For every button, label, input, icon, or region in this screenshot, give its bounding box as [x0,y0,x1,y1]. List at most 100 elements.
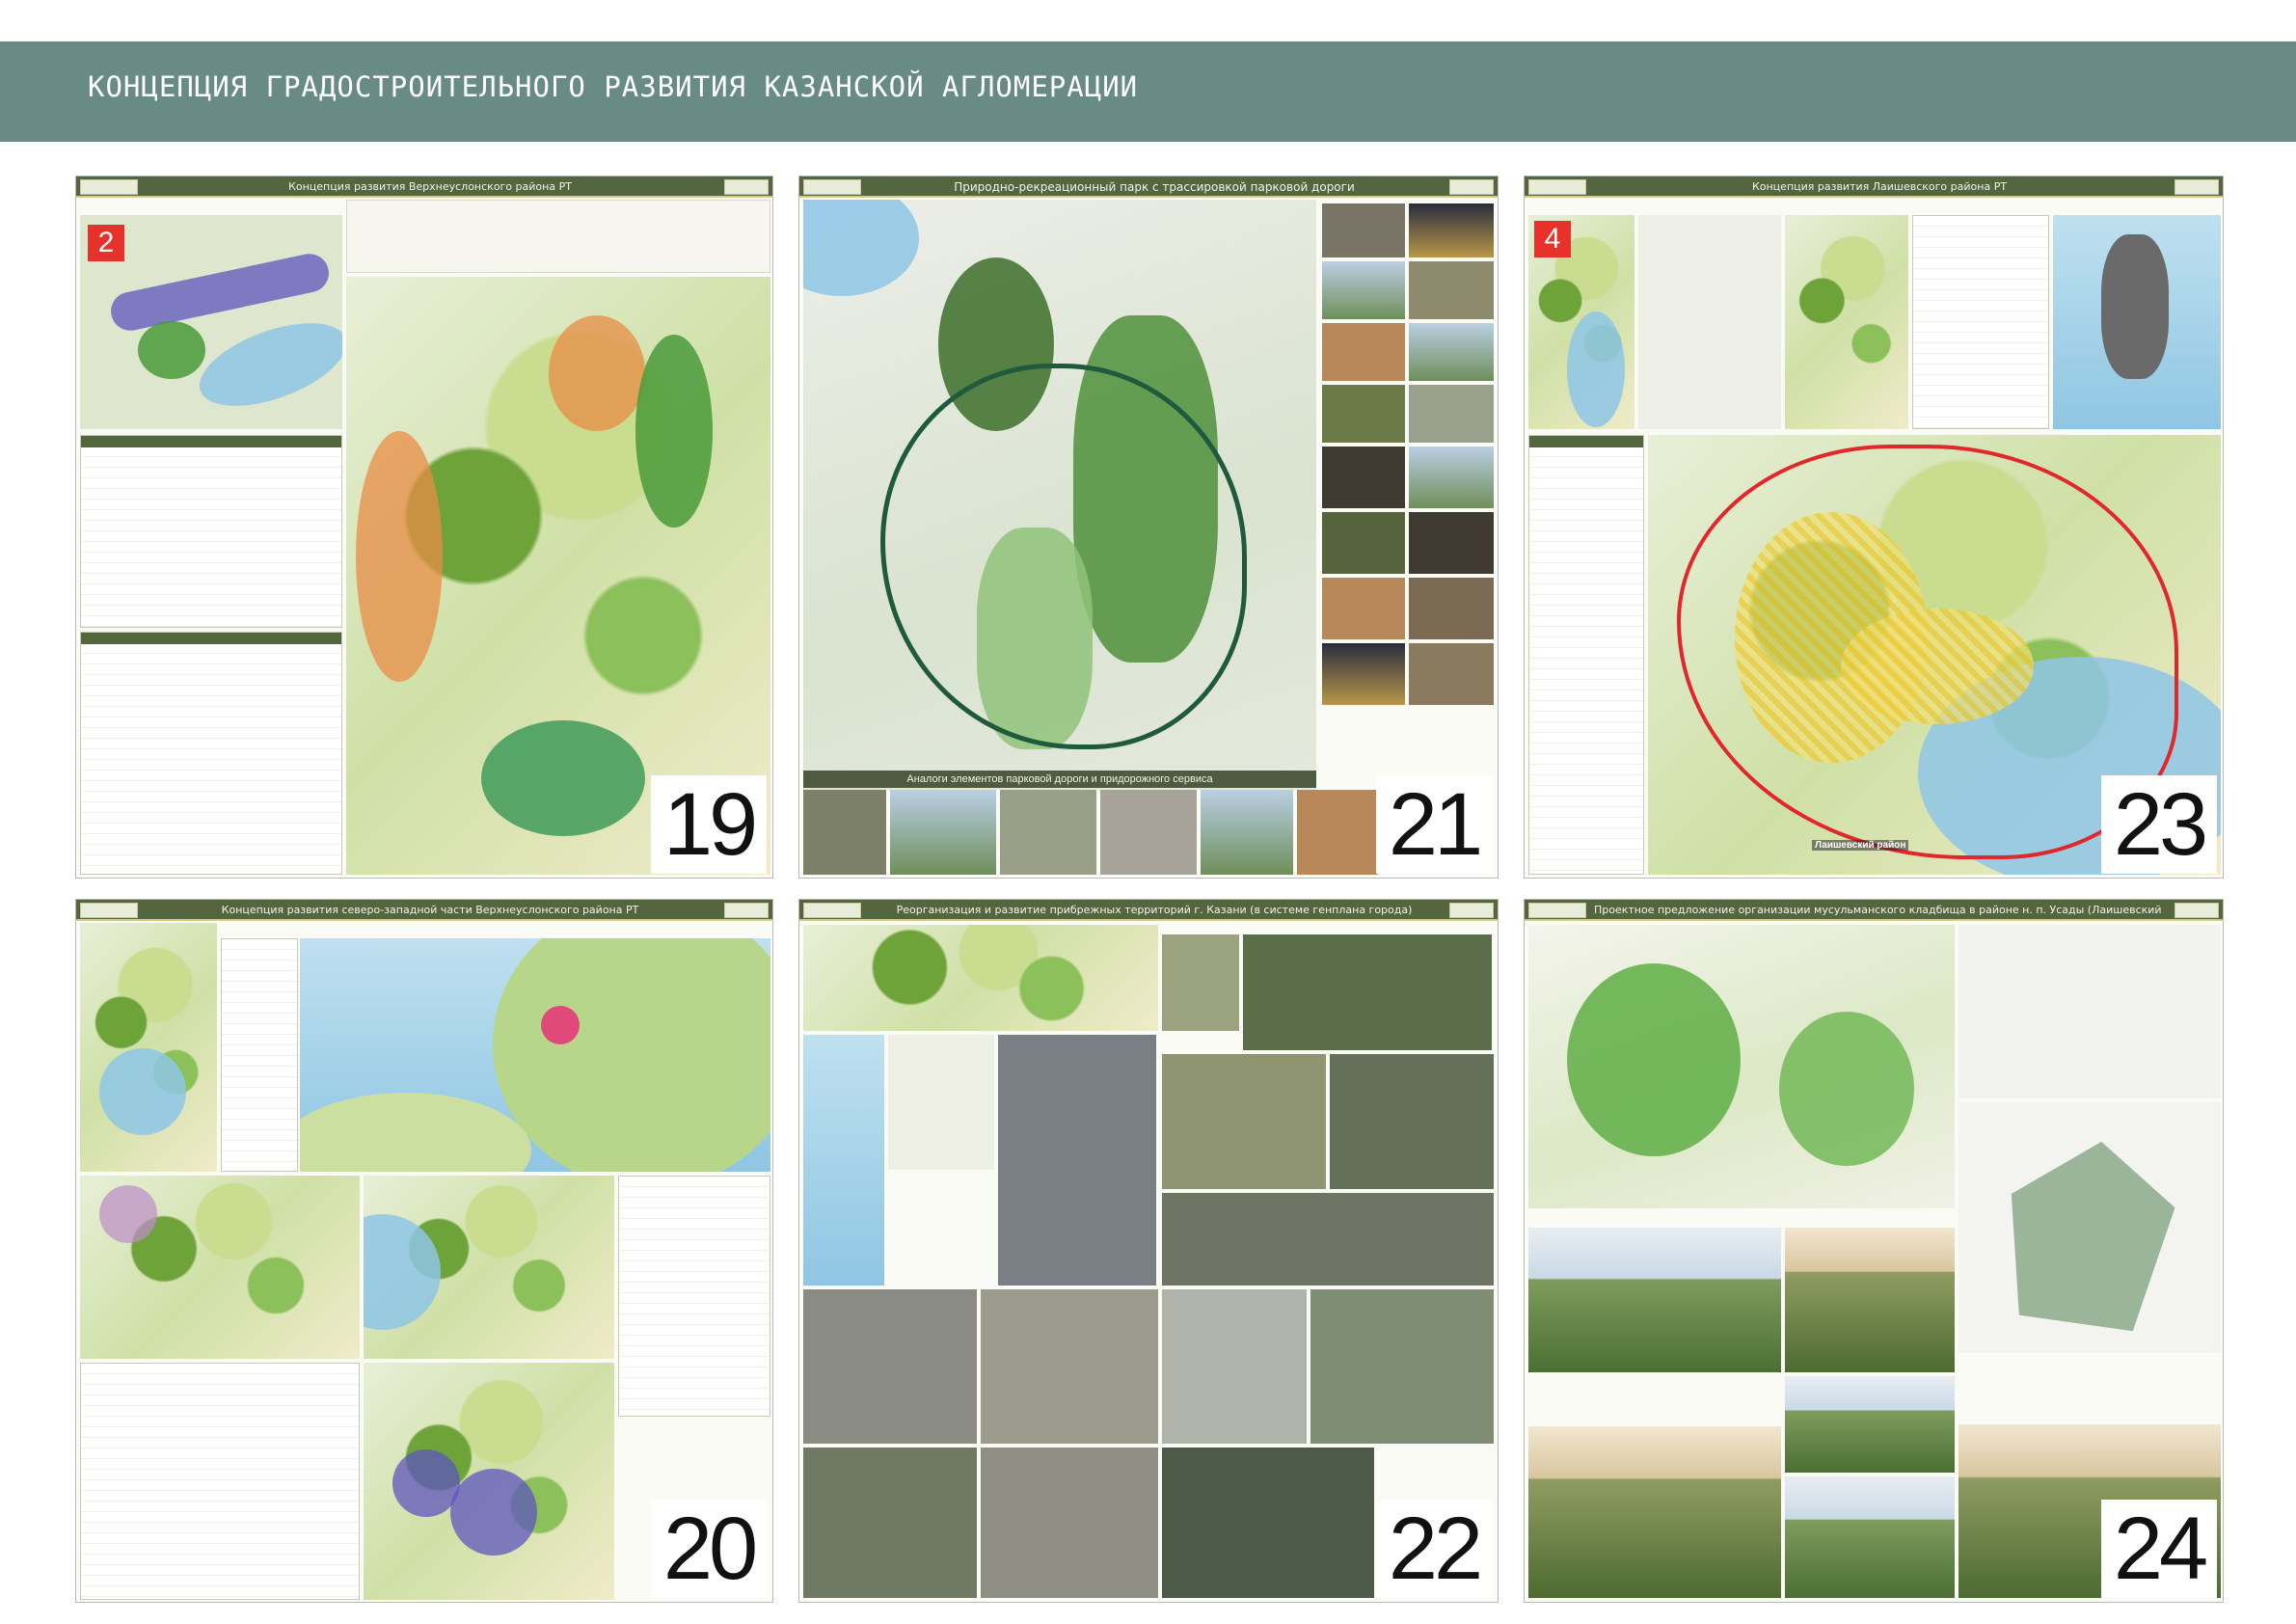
regional-scheme [2053,215,2221,429]
river [364,1214,441,1330]
forest-area [635,335,713,528]
sheet-title: Концепция развития Лаишевского района РТ [1751,180,2008,193]
sheet-title-bar: Концепция развития Верхнеуслонского райо… [76,176,772,198]
site-plan [998,1035,1156,1286]
explanatory-text [346,200,770,273]
sheet-21[interactable]: Природно-рекреационный парк с трассировк… [798,176,1499,879]
river-scheme [803,1035,884,1286]
analog-photo [1409,203,1494,257]
district-zoning-map [1785,215,1908,429]
partner-logo [1449,179,1494,195]
sheet-number: 23 [2101,775,2217,874]
site-location-map [1958,925,2221,1098]
partner-logo [724,903,769,918]
sheet-badge: 4 [1534,221,1571,257]
cemetery-site [1995,1130,2183,1335]
forest-area [2101,234,2169,379]
sheet-title-bar: Концепция развития северо-западной части… [76,900,772,921]
legend-header [81,436,341,447]
sheet-24[interactable]: Проектное предложение организации мусуль… [1524,899,2224,1603]
analog-photo [1409,385,1494,443]
site-plan [1162,1193,1494,1286]
partner-logo [1449,903,1494,918]
site-plan [1162,1289,1307,1444]
sheet-23[interactable]: Концепция развития Лаишевского района РТ… [1524,176,2224,879]
institute-logo [803,903,861,918]
sheet-title-bar: Природно-рекреационный парк с трассировк… [799,176,1498,198]
sheet-title-bar: Концепция развития Лаишевского района РТ [1525,176,2223,198]
legend-header [1529,436,1643,447]
sheet-title: Концепция развития Верхнеуслонского райо… [288,180,572,193]
forest-area [481,720,645,836]
district-location-map [1528,925,1955,1208]
cemetery-master-plan [1958,1102,2221,1353]
page-header: КОНЦЕПЦИЯ ГРАДОСТРОИТЕЛЬНОГО РАЗВИТИЯ КА… [0,41,2296,142]
sheet-number: 21 [1376,775,1492,874]
analogs-caption: Аналоги элементов парковой дороги и прид… [803,771,1316,788]
visualization-render [1528,1228,1781,1372]
site-plan [981,1289,1158,1444]
village-plan [1638,215,1781,429]
district-label: Лаишевский район [1812,840,1909,851]
institute-logo [80,903,138,918]
land-area [493,938,770,1172]
bottom-photo [1201,790,1293,875]
situational-scheme [80,923,217,1172]
park-route-map [803,200,1316,790]
analog-photo [1322,643,1405,705]
zone-arrow [107,250,333,335]
site-plan [1310,1289,1494,1444]
protected-zone [99,1185,157,1243]
legend-settlements [221,938,298,1172]
sheet-number: 19 [651,775,767,874]
sheet-20[interactable]: Концепция развития северо-западной части… [75,899,773,1603]
analog-photo [1322,323,1405,381]
sheet-title: Реорганизация и развитие прибрежных терр… [896,904,1413,916]
river [188,306,342,423]
sheet-title: Природно-рекреационный парк с трассировк… [954,180,1355,194]
recreation-map [364,1363,614,1600]
leisure-zones-map [364,1176,614,1359]
bottom-photo [890,790,996,875]
bottom-photo [1000,790,1096,875]
sheet-title: Концепция развития северо-западной части… [221,904,639,916]
legend-main [1528,435,1644,875]
analog-photo [1322,203,1405,257]
recreation-zone [450,1469,537,1556]
explanatory-text [80,1363,360,1600]
site-plan [1162,1054,1326,1189]
site-plan [1330,1054,1494,1189]
sheet-title: Проектное предложение организации мусуль… [1594,904,2165,916]
analog-photo [1322,447,1405,508]
site-plan [1162,934,1239,1031]
sheet-title-bar: Проектное предложение организации мусуль… [1525,900,2223,921]
sheet-22[interactable]: Реорганизация и развитие прибрежных терр… [798,899,1499,1603]
site-plan [1243,934,1492,1050]
analog-photo [1409,643,1494,705]
sheet-number: 24 [2101,1500,2217,1598]
development-zone [356,431,443,682]
site-plan [803,1448,977,1598]
forest-area [1567,963,1741,1156]
analog-photo [1322,261,1405,319]
analog-photo [1409,261,1494,319]
analog-photo [1322,512,1405,574]
planning-zone [541,1006,580,1044]
sheet-19[interactable]: Концепция развития Верхнеуслонского райо… [75,176,773,879]
bottom-photo [1297,790,1378,875]
legend-header [81,633,341,644]
legend-zoning [1912,215,2049,429]
site-plan [981,1448,1158,1598]
visualization-render [1785,1376,1955,1473]
site-plan [803,1289,977,1444]
legend-scheme [888,1035,994,1170]
sheet-number: 20 [651,1500,767,1598]
analog-photo [1409,447,1494,508]
partner-logo [2174,903,2219,918]
legend-leisure [618,1176,770,1417]
visualization-render [1785,1228,1955,1372]
planning-organization-map [80,1176,360,1359]
visualization-render [1785,1476,1955,1598]
analog-photo [1322,385,1405,443]
visualization-render [1528,1426,1781,1598]
